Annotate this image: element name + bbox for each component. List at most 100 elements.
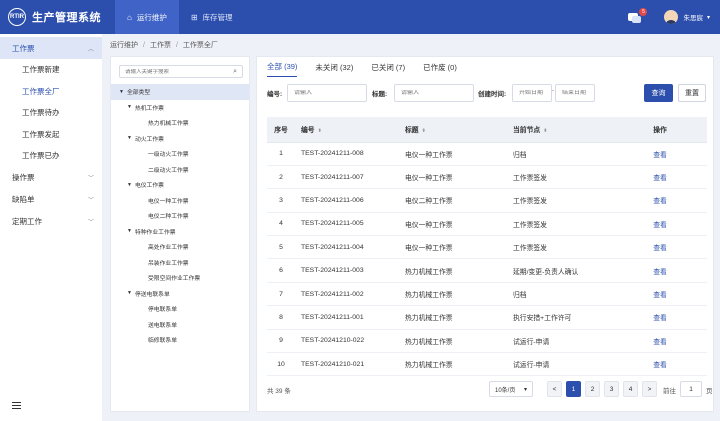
search-icon[interactable]: ⌕ [233,68,237,76]
view-link[interactable]: 查看 [653,245,667,252]
tab-all[interactable]: 全部 (39) [267,57,298,77]
page-button-4[interactable]: 4 [623,381,638,397]
cell-action: 查看 [613,188,707,213]
tree-node[interactable]: 停电联系单 [111,301,249,317]
end-date-input[interactable] [562,90,594,96]
title-input[interactable] [401,90,473,96]
tree-node[interactable]: 电仪二种工作票 [111,208,249,224]
tree-node[interactable]: 热力机械工作票 [111,115,249,131]
query-button[interactable]: 查询 [644,84,673,102]
topnav-item-inventory[interactable]: ⊞ 库存管理 [179,0,245,34]
cell-title: 热力机械工作票 [399,305,507,330]
col-header-label: 当前节点 [513,127,541,135]
goto-page-input[interactable]: 1 [680,381,702,397]
pagination: 共 39 条 10条/页 ▾ < 1 2 3 4 > 前往 1 页 [267,381,713,398]
table-row: 8 TEST-20241211-001 热力机械工作票 执行安措+工作许可 查看 [267,305,707,330]
tree-search-input[interactable] [125,68,225,75]
sidebar-group-defect[interactable]: 缺陷单 ﹀ [0,189,102,211]
topnav-item-operation[interactable]: ⌂ 运行维护 [115,0,179,34]
sidebar-item-all-plant[interactable]: 工作票全厂 [0,81,102,103]
title-field[interactable] [394,84,474,102]
sort-icon[interactable]: ⬍ [422,128,426,134]
view-link[interactable]: 查看 [653,198,667,205]
tree-search-box[interactable]: ⌕ [119,65,243,78]
number-field[interactable] [287,84,367,102]
tree-node-label: 全部类型 [126,90,151,97]
sort-icon[interactable]: ⬍ [318,128,322,134]
page-button-1[interactable]: 1 [566,381,581,397]
breadcrumb-item[interactable]: 运行维护 [110,40,138,50]
cell-no: 6 [267,258,295,283]
tab-closed[interactable]: 已关闭 (7) [371,57,405,77]
tree-node[interactable]: 受限空间作业工作票 [111,270,249,286]
prev-page-button[interactable]: < [547,381,562,397]
tree-node-label: 电仪工作票 [134,183,164,190]
start-date-input[interactable] [519,90,551,96]
tree-node[interactable]: 吊装作业工作票 [111,255,249,271]
chevron-down-icon[interactable]: ▾ [707,14,710,21]
page-button-2[interactable]: 2 [585,381,600,397]
breadcrumb-item[interactable]: 工作票 [150,40,171,50]
tree-node[interactable]: 送电联系单 [111,317,249,333]
start-date-field[interactable] [512,84,552,102]
cell-node: 试运行-申请 [507,352,613,377]
sidebar-group-work-ticket[interactable]: 工作票 ︿ [0,37,102,59]
message-icon[interactable]: 5 [628,8,648,23]
goto-unit: 页 [706,388,713,395]
tree-node[interactable]: ▼ 全部类型 [111,84,249,100]
cell-title: 电仪一种工作票 [399,235,507,260]
sidebar-item-new[interactable]: 工作票新建 [0,59,102,81]
table-row: 4 TEST-20241211-005 电仪一种工作票 工作票签发 查看 [267,212,707,237]
sidebar-group-label: 操作票 [12,173,35,182]
page-button-3[interactable]: 3 [604,381,619,397]
ticket-table: 序号 编号 ⬍ 标题 ⬍ 当前节点 ⬍ 操作 1 TEST-20241211-008 电仪… [267,117,707,377]
cell-code: TEST-20241211-007 [295,165,399,190]
sidebar-item-todo[interactable]: 工作票待办 [0,102,102,124]
end-date-field[interactable] [555,84,595,102]
page-size-value: 10条/页 [495,387,516,394]
page-size-select[interactable]: 10条/页 ▾ [489,381,533,397]
cell-title: 电仪一种工作票 [399,212,507,237]
col-header-title[interactable]: 标题 ⬍ [399,117,507,143]
tree-node-label: 二级动火工作票 [148,167,189,174]
tree-node[interactable]: 二级动火工作票 [111,162,249,178]
tree-node[interactable]: ▼ 停送电联系单 [111,286,249,302]
username[interactable]: 朱思宸 [683,12,703,22]
tree-node[interactable]: 一级动火工作票 [111,146,249,162]
col-header-code[interactable]: 编号 ⬍ [295,117,399,143]
cell-code: TEST-20241210-021 [295,352,399,377]
tree-node[interactable]: ▼ 动火工作票 [111,131,249,147]
col-header-label: 标题 [405,127,419,135]
menu-collapse-icon[interactable] [12,402,21,409]
view-link[interactable]: 查看 [653,339,667,346]
number-input[interactable] [294,90,366,96]
view-link[interactable]: 查看 [653,292,667,299]
tree-node[interactable]: ▼ 热机工作票 [111,100,249,116]
tree-node[interactable]: ▼ 电仪工作票 [111,177,249,193]
view-link[interactable]: 查看 [653,222,667,229]
reset-button[interactable]: 重置 [678,84,706,102]
tree-node[interactable]: ▼ 特种作业工作票 [111,224,249,240]
avatar[interactable] [664,10,679,24]
next-page-button[interactable]: > [642,381,657,397]
sidebar-group-periodic[interactable]: 定期工作 ﹀ [0,211,102,233]
view-link[interactable]: 查看 [653,362,667,369]
sidebar-item-done[interactable]: 工作票已办 [0,145,102,167]
tree-node[interactable]: 电仪一种工作票 [111,193,249,209]
chevron-down-icon: ﹀ [87,176,94,182]
tab-open[interactable]: 未关闭 (32) [315,57,353,77]
cell-code: TEST-20241211-003 [295,258,399,283]
col-header-node[interactable]: 当前节点 ⬍ [507,117,613,143]
view-link[interactable]: 查看 [653,269,667,276]
sidebar-item-initiated[interactable]: 工作票发起 [0,124,102,146]
tree-node[interactable]: 高处作业工作票 [111,239,249,255]
tab-voided[interactable]: 已作废 (0) [423,57,457,77]
tree-node[interactable]: 临修联系单 [111,332,249,348]
sort-icon[interactable]: ⬍ [543,128,547,134]
view-link[interactable]: 查看 [653,175,667,182]
top-right: 5 朱思宸 ▾ [628,0,720,34]
sidebar-group-operation-ticket[interactable]: 操作票 ﹀ [0,167,102,189]
view-link[interactable]: 查看 [653,152,667,159]
view-link[interactable]: 查看 [653,315,667,322]
cell-action: 查看 [613,258,707,283]
